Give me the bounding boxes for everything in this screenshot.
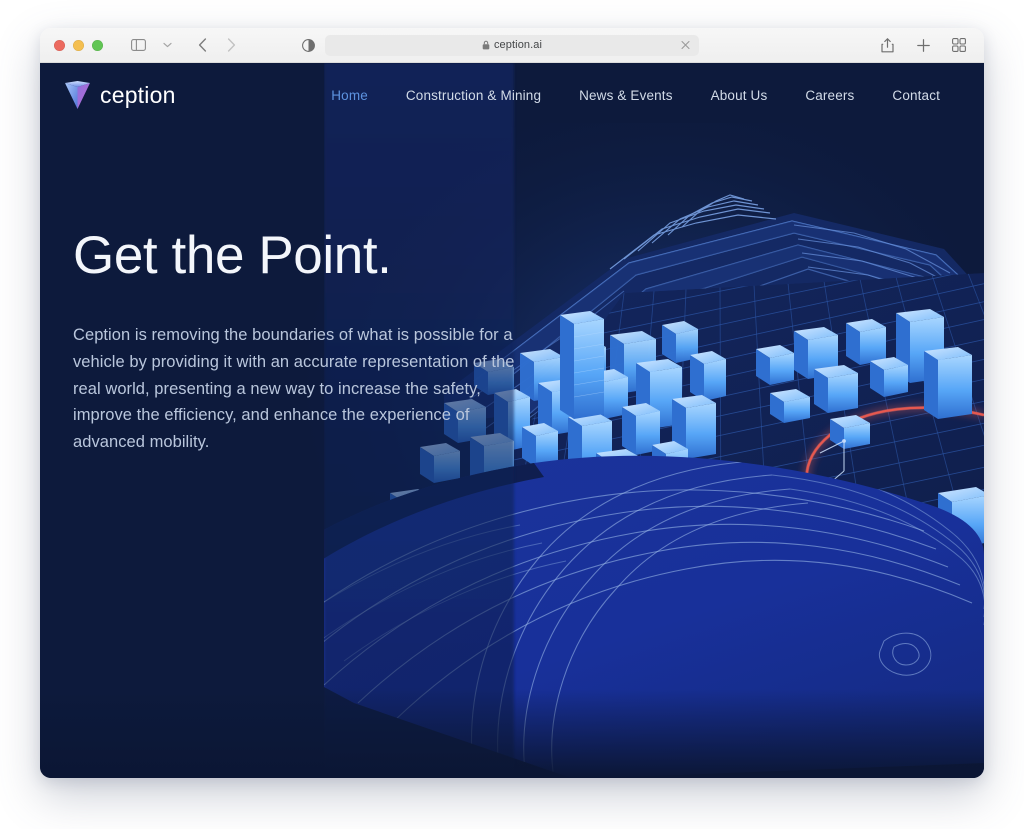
nav-item-construction-mining[interactable]: Construction & Mining (406, 88, 541, 103)
close-window-button[interactable] (54, 39, 65, 51)
brand-logo[interactable]: ception (64, 80, 176, 110)
url-text: ception.ai (493, 39, 543, 51)
forward-icon[interactable] (218, 34, 244, 56)
toolbar-right-tools (874, 34, 972, 56)
hero-description: Ception is removing the boundaries of wh… (73, 326, 515, 452)
nav-item-careers[interactable]: Careers (805, 88, 854, 103)
chevron-down-icon[interactable] (154, 34, 180, 56)
bottom-fade (40, 689, 984, 778)
site-header: ception Home Construction & Mining News … (40, 63, 984, 127)
screenshot-root: ception.ai ception Home Construction & M… (0, 0, 1024, 829)
window-controls (54, 39, 103, 51)
nav-item-home[interactable]: Home (331, 88, 368, 103)
page-title: Get the Point. (73, 226, 392, 285)
address-bar-container: ception.ai (325, 34, 699, 56)
brand-name: ception (100, 81, 176, 108)
share-icon[interactable] (874, 34, 900, 56)
navigation-tools (125, 34, 244, 56)
main-navigation: Home Construction & Mining News & Events… (331, 88, 940, 103)
browser-toolbar: ception.ai (40, 28, 984, 63)
address-bar[interactable]: ception.ai (325, 34, 699, 56)
ception-logo-icon (64, 80, 91, 110)
maximize-window-button[interactable] (92, 39, 103, 51)
nav-item-contact[interactable]: Contact (892, 88, 940, 103)
url-group: ception.ai (482, 39, 542, 51)
lock-icon (482, 40, 490, 50)
hero-section: Get the Point. Ception is removing the b… (73, 226, 543, 456)
plus-icon[interactable] (910, 34, 936, 56)
sidebar-toggle-icon[interactable] (125, 34, 151, 56)
nav-item-about-us[interactable]: About Us (711, 88, 768, 103)
nav-item-news-events[interactable]: News & Events (579, 88, 672, 103)
back-icon[interactable] (189, 34, 215, 56)
reader-contrast-icon[interactable] (302, 38, 315, 52)
close-icon[interactable] (679, 39, 692, 52)
minimize-window-button[interactable] (73, 39, 84, 51)
website-viewport: ception Home Construction & Mining News … (40, 63, 984, 778)
tab-grid-icon[interactable] (946, 34, 972, 56)
browser-window: ception.ai ception Home Construction & M… (40, 28, 984, 778)
